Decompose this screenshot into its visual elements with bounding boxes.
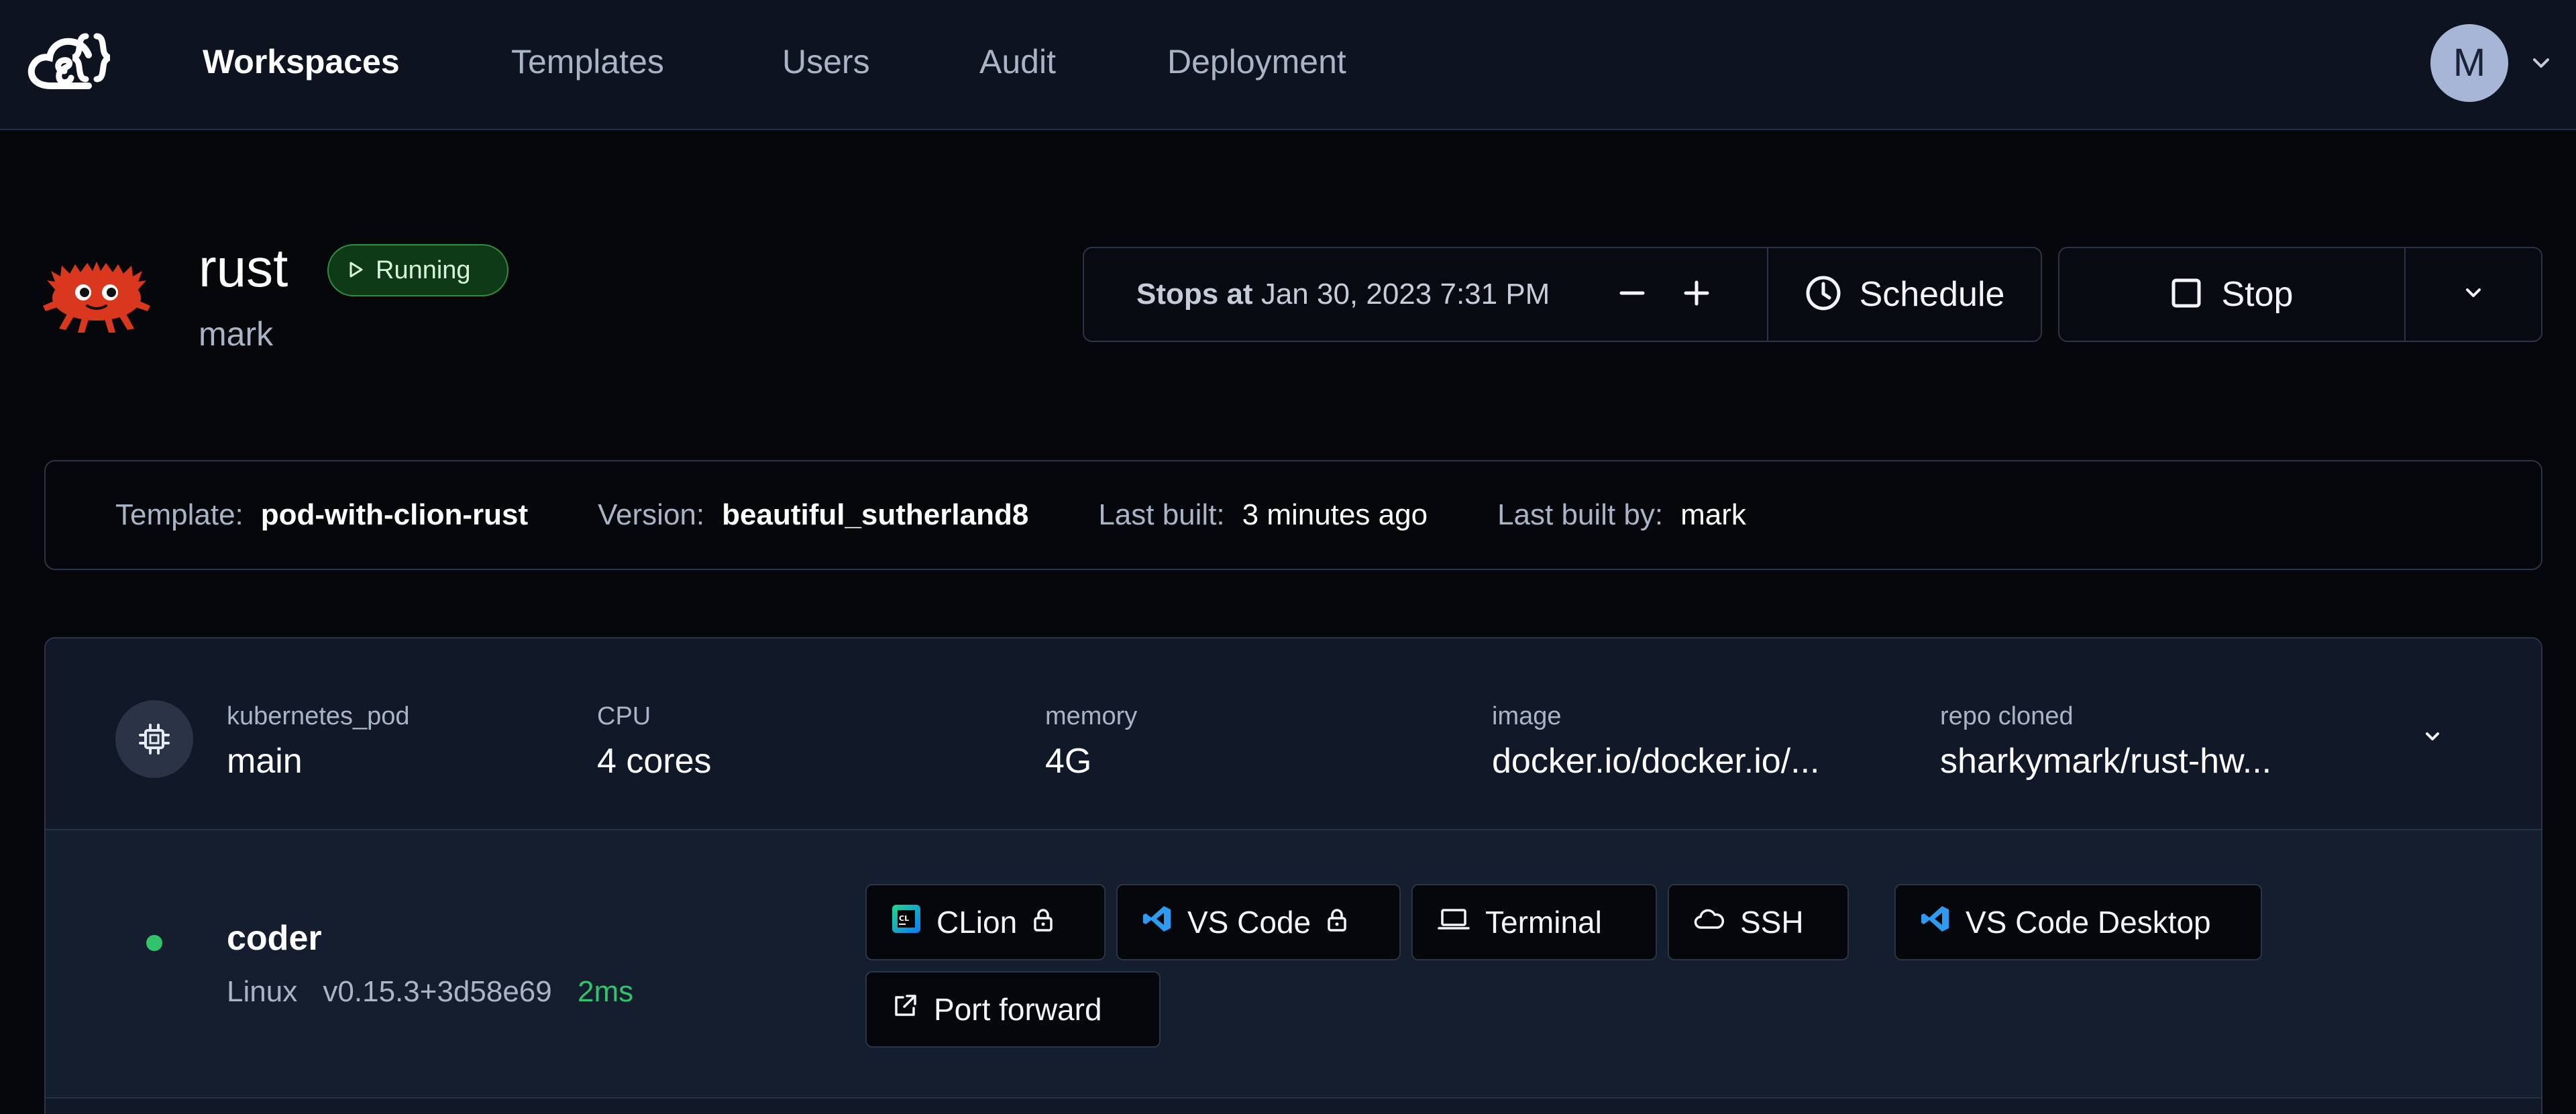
repo-column: repo cloned sharkymark/rust-hw... [1940,700,2271,785]
stops-at-value: Jan 30, 2023 7:31 PM [1260,278,1550,311]
rust-crab-icon [40,244,153,338]
repo-label: repo cloned [1940,702,2074,730]
vscode-icon [1920,903,1951,942]
plus-icon [1682,278,1711,311]
cloud-icon [1693,904,1725,940]
vscode-desktop-app-button[interactable]: VS Code Desktop [1894,884,2262,960]
clion-app-button[interactable]: CL CLion [865,884,1106,960]
nav-users[interactable]: Users [782,40,870,83]
workspace-name: rust [199,238,288,298]
coder-logo-icon[interactable] [24,27,118,101]
agent-row: coder Linux v0.15.3+3d58e69 2ms CL CLion [46,830,2541,1099]
agent-status-dot [146,935,162,951]
memory-label: memory [1045,702,1138,730]
stop-button[interactable]: Stop [2059,248,2404,341]
lock-icon [1326,904,1348,940]
stop-label: Stop [2221,275,2294,314]
clion-icon: CL [891,903,922,942]
vscode-label: VS Code [1187,905,1311,940]
port-forward-button[interactable]: Port forward [865,971,1161,1048]
template-name-link[interactable]: pod-with-clion-rust [261,498,528,532]
resource-header: kubernetes_pod main CPU 4 cores memory 4… [46,638,2541,830]
memory-value: 4G [1045,742,1092,781]
top-navigation: Workspaces Templates Users Audit Deploym… [0,0,2576,130]
chevron-down-icon [2462,282,2485,308]
terminal-label: Terminal [1485,905,1602,940]
stop-square-icon [2171,278,2202,312]
stops-at-label: Stops at [1136,278,1253,311]
decrease-deadline-button[interactable] [1602,248,1662,341]
cpu-label: CPU [597,702,651,730]
template-key: Template: [115,498,244,531]
stops-at-text: Stops at Jan 30, 2023 7:31 PM [1084,278,1550,311]
nav-workspaces[interactable]: Workspaces [203,40,400,83]
resource-name-column: kubernetes_pod main [227,700,410,785]
image-label: image [1492,702,1562,730]
nav-templates[interactable]: Templates [511,40,664,83]
template-info-bar: Template: pod-with-clion-rust Version: b… [44,460,2542,570]
vscode-icon [1142,903,1173,942]
stop-controls: Stop [2058,247,2542,342]
terminal-app-button[interactable]: Terminal [1411,884,1657,960]
last-built-info: Last built: 3 minutes ago [1098,498,1428,532]
agent-latency: 2ms [577,975,634,1008]
version-key: Version: [598,498,705,531]
port-forward-label: Port forward [934,992,1102,1027]
minus-icon [1617,278,1647,311]
image-value: docker.io/docker.io/... [1492,742,1820,781]
resource-name: main [227,742,303,781]
user-avatar[interactable]: M [2430,24,2508,102]
agent-name: coder [227,919,322,958]
nav-deployment[interactable]: Deployment [1167,40,1346,83]
agent-os: Linux [227,975,298,1008]
last-built-by-info: Last built by: mark [1497,498,1746,532]
nav-audit[interactable]: Audit [979,40,1056,83]
vscode-app-button[interactable]: VS Code [1116,884,1401,960]
status-label: Running [376,256,471,284]
play-icon [349,256,364,285]
cpu-chip-icon [115,700,193,778]
resource-type: kubernetes_pod [227,702,410,730]
last-built-by-value: mark [1680,498,1746,531]
expand-metadata-chevron-icon[interactable] [2416,720,2449,753]
vscode-desktop-label: VS Code Desktop [1966,905,2211,940]
laptop-icon [1437,904,1470,940]
stops-at-segment: Stops at Jan 30, 2023 7:31 PM [1084,248,1767,341]
template-info: Template: pod-with-clion-rust [115,498,528,532]
image-column: image docker.io/docker.io/... [1492,700,1820,785]
clion-label: CLion [936,905,1018,940]
last-built-key: Last built: [1098,498,1225,531]
clock-icon [1805,274,1842,315]
svg-text:CL: CL [899,914,909,923]
agent-version: v0.15.3+3d58e69 [323,975,552,1008]
increase-deadline-button[interactable] [1666,248,1727,341]
schedule-label: Schedule [1859,275,2005,314]
repo-value: sharkymark/rust-hw... [1940,742,2272,781]
more-actions-button[interactable] [2404,248,2541,341]
version-info: Version: beautiful_sutherland8 [598,498,1028,532]
cpu-column: CPU 4 cores [597,700,712,785]
resource-card: kubernetes_pod main CPU 4 cores memory 4… [44,637,2542,1114]
external-link-icon [891,991,919,1027]
ssh-label: SSH [1740,905,1804,940]
schedule-button[interactable]: Schedule [1767,248,2041,341]
ssh-app-button[interactable]: SSH [1668,884,1849,960]
status-badge: Running [327,244,508,296]
chevron-down-icon[interactable] [2529,51,2553,75]
agent-meta: Linux v0.15.3+3d58e69 2ms [227,972,633,1011]
workspace-owner: mark [199,315,274,353]
last-built-by-key: Last built by: [1497,498,1664,531]
lock-icon [1032,904,1055,940]
schedule-controls: Stops at Jan 30, 2023 7:31 PM Schedule [1083,247,2042,342]
version-name-link[interactable]: beautiful_sutherland8 [722,498,1028,532]
memory-column: memory 4G [1045,700,1137,785]
last-built-value: 3 minutes ago [1242,498,1428,531]
cpu-value: 4 cores [597,742,712,781]
